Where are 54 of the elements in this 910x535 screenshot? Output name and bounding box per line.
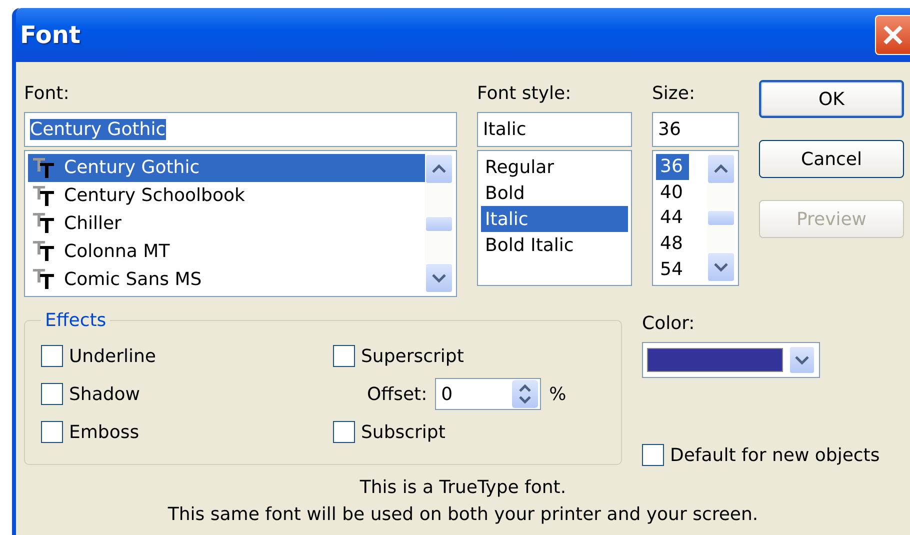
field-label: Size:: [652, 82, 696, 106]
scroll-thumb[interactable]: [707, 210, 735, 226]
scrollbar[interactable]: [707, 154, 735, 282]
field-label: Font:: [24, 82, 70, 106]
list-item[interactable]: Chiller: [28, 210, 425, 238]
truetype-icon: [32, 240, 56, 262]
list-item[interactable]: 44: [656, 205, 689, 231]
scroll-up-button[interactable]: [425, 154, 453, 184]
list-item[interactable]: Colonna MT: [28, 237, 425, 266]
dialog-button[interactable]: OK: [759, 80, 904, 118]
list-item[interactable]: Bold Italic: [481, 232, 628, 258]
group-title: Effects: [44, 310, 108, 331]
input-field[interactable]: Century Gothic: [24, 112, 457, 147]
truetype-icon: [32, 156, 56, 179]
list-item[interactable]: 48: [656, 230, 689, 256]
list-item[interactable]: Century Schoolbook: [28, 182, 425, 210]
dropdown-button[interactable]: [789, 346, 815, 374]
checkbox[interactable]: Underline: [41, 337, 333, 375]
scroll-up-button[interactable]: [707, 154, 735, 184]
input-field[interactable]: Italic: [477, 112, 632, 147]
dialog-button[interactable]: Cancel: [759, 140, 904, 178]
close-icon: [882, 24, 904, 46]
checkbox[interactable]: Default for new objects: [642, 444, 880, 466]
window-title: Font: [20, 21, 80, 49]
scroll-down-button[interactable]: [707, 252, 735, 282]
checkbox[interactable]: Superscript: [333, 337, 605, 375]
input-field[interactable]: 36: [652, 112, 739, 147]
checkbox[interactable]: Emboss: [41, 413, 333, 451]
list-item[interactable]: Bold: [481, 180, 628, 206]
unit-label: %: [549, 384, 566, 404]
list-item[interactable]: Comic Sans MS: [28, 265, 425, 293]
description-text: This is a TrueType font.: [360, 476, 566, 500]
close-button[interactable]: [875, 15, 910, 55]
scrollbar[interactable]: [425, 154, 453, 293]
truetype-icon: [32, 268, 56, 290]
scroll-thumb[interactable]: [425, 216, 453, 232]
truetype-icon: [32, 212, 56, 234]
color-dropdown[interactable]: [642, 342, 820, 378]
list-item[interactable]: Regular: [481, 154, 628, 180]
checkbox[interactable]: Shadow: [41, 375, 333, 413]
spin-field[interactable]: 0: [435, 378, 542, 410]
checkbox[interactable]: Subscript: [333, 413, 605, 451]
list-item[interactable]: Italic: [481, 206, 628, 232]
scroll-down-button[interactable]: [425, 263, 453, 293]
truetype-icon: [32, 184, 56, 207]
spin-buttons[interactable]: [512, 380, 538, 408]
field-label: Offset:: [367, 384, 428, 404]
description-text: This same font will be used on both your printer and your screen.: [168, 503, 758, 527]
list-item[interactable]: 36: [656, 154, 689, 180]
list-item[interactable]: 54: [656, 256, 689, 282]
field-label: Color:: [642, 312, 696, 336]
list-item[interactable]: 40: [656, 180, 689, 206]
field-label: Font style:: [477, 82, 572, 106]
list-item[interactable]: Century Gothic: [28, 154, 425, 182]
